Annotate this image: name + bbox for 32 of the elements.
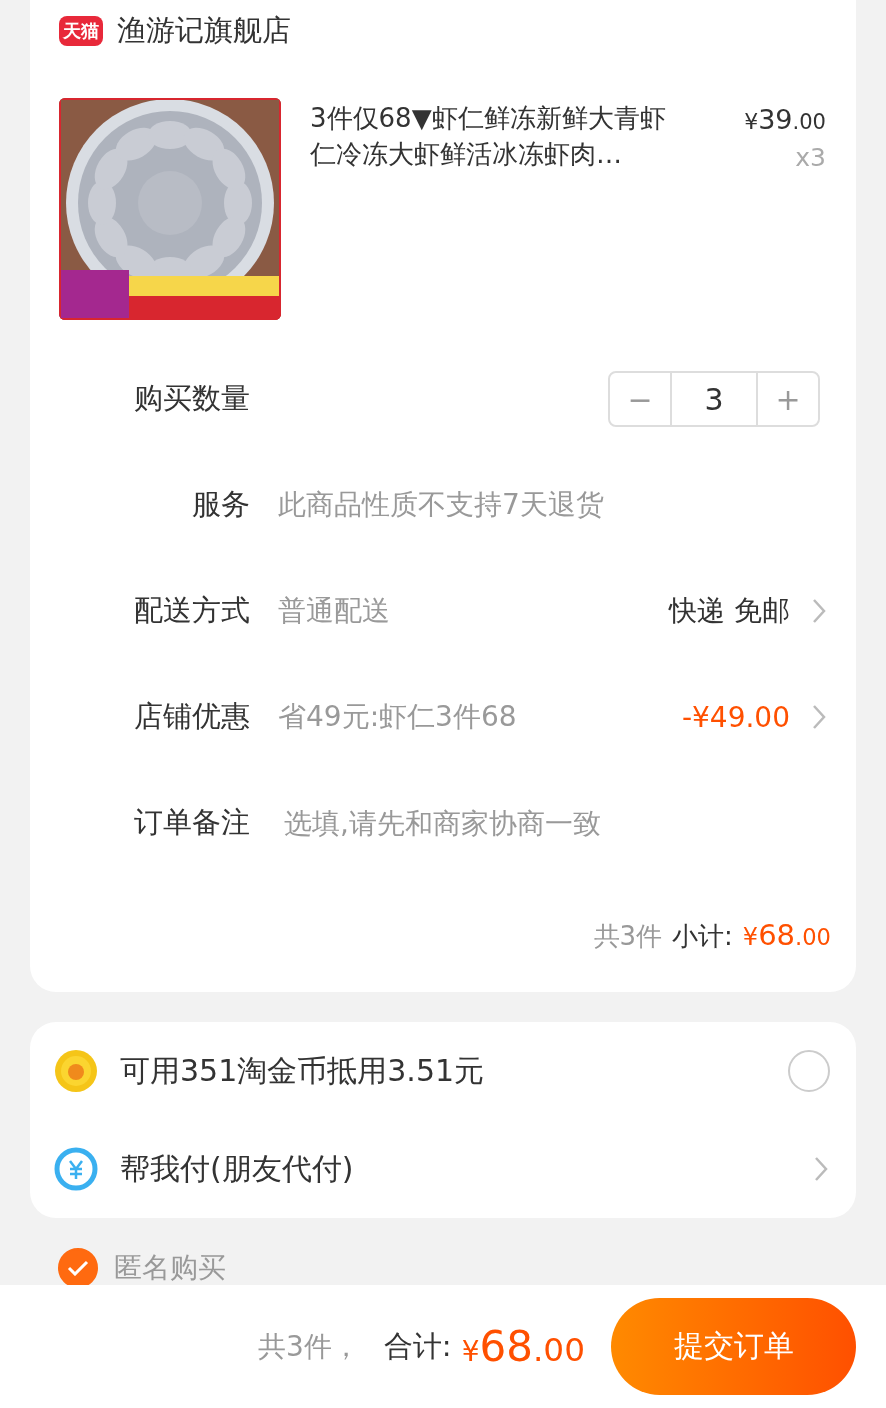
total-price: ¥68.00 xyxy=(461,1322,585,1371)
item-count: x3 xyxy=(794,143,826,172)
payment-option-label: 帮我付(朋友代付) xyxy=(120,1149,355,1188)
coin-icon xyxy=(54,1049,98,1093)
row-value: 省49元:虾仁3件68 xyxy=(278,699,518,735)
row-label: 店铺优惠 xyxy=(133,698,250,735)
subtotal-price: ¥68.00 xyxy=(742,918,831,952)
yuan-icon xyxy=(54,1147,98,1191)
chevron-right-icon xyxy=(812,704,826,730)
check-icon xyxy=(67,1260,89,1276)
row-label: 购买数量 xyxy=(133,380,250,417)
product-title[interactable]: 3件仅68▼虾仁鲜冻新鲜大青虾仁冷冻大虾鲜活冰冻虾肉… xyxy=(310,100,670,172)
store-badge: 天猫 xyxy=(59,16,103,46)
delivery-option[interactable]: 快递 免邮 xyxy=(669,592,790,630)
total-label: 合计: xyxy=(383,1327,452,1365)
item-total-count: 共3件 xyxy=(593,920,663,953)
row-label: 配送方式 xyxy=(133,592,250,629)
store-name[interactable]: 渔游记旗舰店 xyxy=(117,11,291,51)
row-label: 订单备注 xyxy=(133,804,250,841)
chevron-right-icon xyxy=(814,1156,828,1182)
note-field[interactable]: 选填,请先和商家协商一致 xyxy=(278,806,826,840)
select-radio[interactable] xyxy=(788,1050,830,1092)
row-value: 普通配送 xyxy=(278,593,391,629)
subtotal-label: 小计: xyxy=(672,920,733,953)
total-count: 共3件， xyxy=(258,1328,360,1365)
payment-option-label: 可用351淘金币抵用3.51元 xyxy=(120,1051,486,1090)
anonymous-checkbox[interactable] xyxy=(58,1248,98,1285)
anonymous-label: 匿名购买 xyxy=(114,1250,226,1285)
chevron-right-icon xyxy=(812,598,826,624)
unit-price: ¥39.00 xyxy=(744,104,826,135)
row-label: 服务 xyxy=(191,486,250,523)
row-value: 此商品性质不支持7天退货 xyxy=(278,487,605,523)
